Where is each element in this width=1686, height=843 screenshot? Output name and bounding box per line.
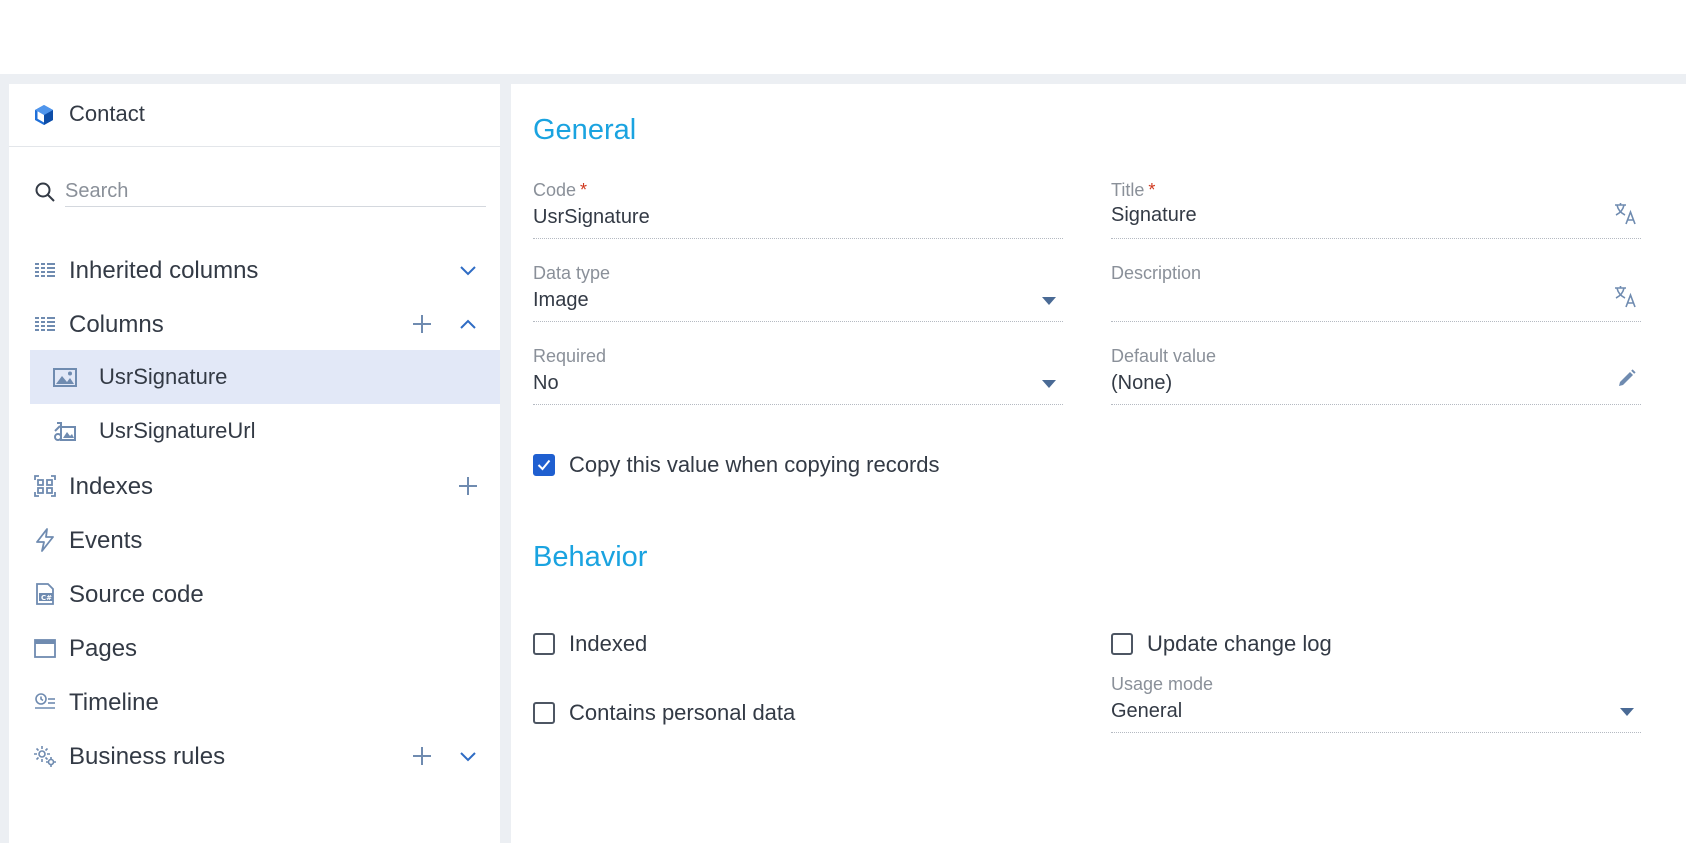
dropdown-caret-icon[interactable] <box>1041 376 1057 388</box>
search-icon <box>33 180 57 204</box>
required-select[interactable]: Required No <box>533 346 1063 405</box>
indexed-checkbox[interactable]: Indexed <box>533 631 733 659</box>
checkbox-checked-icon[interactable] <box>533 454 555 476</box>
search-box <box>33 176 486 208</box>
checkbox-unchecked-icon[interactable] <box>533 633 555 655</box>
required-label: Required <box>533 346 607 366</box>
nav-label: Business rules <box>69 743 226 770</box>
timeline-icon <box>33 690 57 714</box>
code-field[interactable]: Code * UsrSignature <box>533 180 1063 239</box>
behavior-section-heading: Behavior <box>533 541 648 573</box>
top-bar <box>0 0 1686 74</box>
update-change-log-checkbox[interactable]: Update change log <box>1111 631 1371 659</box>
column-properties-panel: General Code * UsrSignature Title * Signat… <box>511 84 1686 843</box>
column-item-usrsignatureurl[interactable]: UsrSignatureUrl <box>30 404 500 458</box>
title-label: Title * <box>1111 180 1156 200</box>
required-value: No <box>533 372 559 394</box>
columns-list-icon <box>33 312 57 336</box>
svg-text:C#: C# <box>41 594 52 602</box>
nav-label: Pages <box>69 635 138 662</box>
pencil-edit-icon[interactable] <box>1613 366 1639 392</box>
checkbox-label: Indexed <box>569 631 648 656</box>
usage-mode-select[interactable]: Usage mode General <box>1111 674 1641 733</box>
nav-columns[interactable]: Columns <box>9 298 500 350</box>
nav-label: Inherited columns <box>69 257 259 284</box>
image-link-icon <box>53 419 77 443</box>
chevron-up-icon[interactable] <box>457 313 479 335</box>
column-item-usrsignature[interactable]: UsrSignature <box>30 350 500 404</box>
nav-pages[interactable]: Pages <box>9 622 500 674</box>
description-field[interactable]: Description <box>1111 263 1641 322</box>
checkbox-unchecked-icon[interactable] <box>1111 633 1133 655</box>
checkbox-label: Contains personal data <box>569 700 796 725</box>
nav-label: Events <box>69 527 143 554</box>
nav-label: Columns <box>69 311 164 338</box>
indexes-icon <box>33 474 57 498</box>
dropdown-caret-icon[interactable] <box>1619 704 1635 716</box>
search-input[interactable] <box>65 176 486 207</box>
checkbox-label: Update change log <box>1147 631 1332 656</box>
object-header: Contact <box>9 84 500 147</box>
lightning-icon <box>33 528 57 552</box>
object-structure-panel: Contact Inherited columns Columns <box>9 84 500 843</box>
title-field[interactable]: Title * Signature <box>1111 180 1641 239</box>
default-value-value: (None) <box>1111 372 1173 394</box>
data-type-label: Data type <box>533 263 611 283</box>
gears-icon <box>33 744 57 768</box>
data-type-value: Image <box>533 289 589 311</box>
usage-mode-label: Usage mode <box>1111 674 1214 694</box>
nav-label: Indexes <box>69 473 154 500</box>
usage-mode-value: General <box>1111 700 1183 722</box>
chevron-down-icon[interactable] <box>457 259 479 281</box>
add-column-plus-icon[interactable] <box>411 313 433 335</box>
description-label: Description <box>1111 263 1202 283</box>
column-label: UsrSignatureUrl <box>99 418 256 443</box>
page-window-icon <box>33 636 57 660</box>
general-section-heading: General <box>533 114 637 146</box>
default-value-label: Default value <box>1111 346 1217 366</box>
data-type-select[interactable]: Data type Image <box>533 263 1063 322</box>
nav-timeline[interactable]: Timeline <box>9 676 500 728</box>
nav-business-rules[interactable]: Business rules <box>9 730 500 782</box>
object-name: Contact <box>69 101 145 126</box>
nav-label: Source code <box>69 581 204 608</box>
code-label: Code * <box>533 180 588 200</box>
checkbox-unchecked-icon[interactable] <box>533 702 555 724</box>
nav-source-code[interactable]: C# Source code <box>9 568 500 620</box>
cube-icon <box>33 104 55 126</box>
required-mark: * <box>580 180 588 200</box>
nav-label: Timeline <box>69 689 159 716</box>
nav-inherited-columns[interactable]: Inherited columns <box>9 244 500 296</box>
source-code-icon: C# <box>33 582 57 606</box>
nav-indexes[interactable]: Indexes <box>9 460 500 512</box>
nav-events[interactable]: Events <box>9 514 500 566</box>
image-icon <box>53 365 77 389</box>
translate-icon[interactable] <box>1613 283 1639 309</box>
add-business-rule-plus-icon[interactable] <box>411 745 433 767</box>
title-value[interactable]: Signature <box>1111 204 1197 227</box>
copy-value-checkbox[interactable]: Copy this value when copying records <box>533 452 953 480</box>
dropdown-caret-icon[interactable] <box>1041 293 1057 305</box>
code-value[interactable]: UsrSignature <box>533 206 650 229</box>
add-index-plus-icon[interactable] <box>457 475 479 497</box>
column-label: UsrSignature <box>99 364 228 389</box>
columns-list-icon <box>33 258 57 282</box>
chevron-down-icon[interactable] <box>457 745 479 767</box>
required-mark: * <box>1148 180 1156 200</box>
translate-icon[interactable] <box>1613 200 1639 226</box>
checkbox-label: Copy this value when copying records <box>569 452 940 477</box>
default-value-field[interactable]: Default value (None) <box>1111 346 1641 405</box>
contains-personal-data-checkbox[interactable]: Contains personal data <box>533 700 833 728</box>
